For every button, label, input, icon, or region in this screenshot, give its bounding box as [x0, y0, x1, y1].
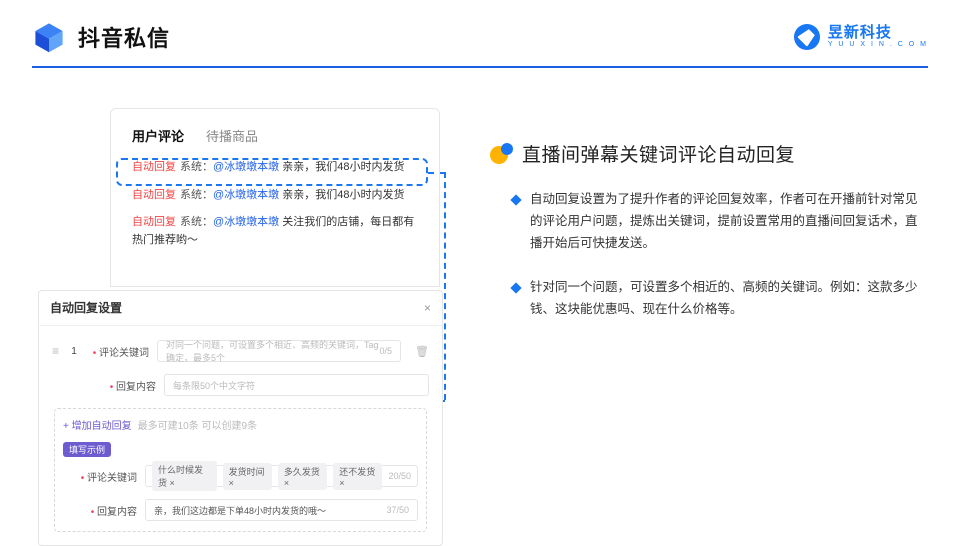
keyword-chip[interactable]: 还不发货 ×: [333, 463, 382, 490]
section-title: 直播间弹幕关键词评论自动回复: [522, 140, 795, 167]
placeholder-text: 每条限50个中文字符: [173, 379, 255, 392]
keyword-chips-input[interactable]: 什么时候发货 × 发货时间 × 多久发货 × 还不发货 × 20/50: [145, 465, 418, 487]
drag-handle-icon[interactable]: ≡: [52, 344, 59, 358]
header-divider: [32, 66, 928, 68]
example-row-reply: 回复内容 亲，我们这边都是下单48小时内发货的哦～ 37/50: [63, 499, 418, 521]
auto-reply-label: 自动回复: [132, 189, 176, 201]
bullet-text: 针对同一个问题，可设置多个相近的、高频的关键词。例如：这款多少钱、这块能优惠吗、…: [530, 277, 920, 321]
counter: 37/50: [386, 505, 409, 515]
diamond-icon: [510, 282, 521, 293]
delete-icon[interactable]: 🗑: [415, 345, 429, 358]
tabs: 用户评论 待播商品: [132, 126, 418, 145]
keyword-input[interactable]: 对同一个问题，可设置多个相近、高频的关键词，Tag确定，最多5个 0/5: [157, 340, 401, 362]
page-title: 抖音私信: [78, 21, 170, 53]
keyword-chip[interactable]: 什么时候发货 ×: [152, 461, 217, 491]
reply-text: 亲，我们这边都是下单48小时内发货的哦～: [154, 504, 326, 517]
header: 抖音私信 昱新科技 Y U U X I N . C O M: [0, 0, 960, 62]
bullet-text: 自动回复设置为了提升作者的评论回复效率，作者可在开播前针对常见的评论用户问题，提…: [530, 189, 920, 255]
brand-name-cn: 昱新科技: [828, 25, 928, 41]
field-label: 评论关键词: [77, 469, 137, 484]
add-auto-reply-button[interactable]: + 增加自动回复: [63, 417, 132, 432]
comment-row: 自动回复系统：@冰墩墩本墩 关注我们的店铺，每日都有热门推荐哟～: [132, 214, 418, 249]
settings-title: 自动回复设置: [50, 299, 122, 316]
brand-name-en: Y U U X I N . C O M: [828, 41, 928, 48]
comment-text: 亲亲，我们48小时内发货: [279, 189, 404, 201]
comment-card: 用户评论 待播商品 自动回复系统：@冰墩墩本墩 亲亲，我们48小时内发货 自动回…: [110, 108, 440, 287]
close-icon[interactable]: ×: [424, 301, 431, 315]
counter: 20/50: [388, 471, 411, 481]
field-label: 回复内容: [77, 503, 137, 518]
bullet-item: 针对同一个问题，可设置多个相近的、高频的关键词。例如：这款多少钱、这块能优惠吗、…: [490, 277, 920, 321]
bullet-item: 自动回复设置为了提升作者的评论回复效率，作者可在开播前针对常见的评论用户问题，提…: [490, 189, 920, 255]
settings-card: 自动回复设置 × ≡ 1 评论关键词 对同一个问题，可设置多个相近、高频的关键词…: [38, 290, 443, 546]
example-badge: 填写示例: [63, 442, 111, 457]
auto-reply-label: 自动回复: [132, 216, 176, 228]
keyword-chip[interactable]: 多久发货 ×: [278, 463, 327, 490]
left-area: 用户评论 待播商品 自动回复系统：@冰墩墩本墩 亲亲，我们48小时内发货 自动回…: [95, 108, 440, 287]
right-area: 直播间弹幕关键词评论自动回复 自动回复设置为了提升作者的评论回复效率，作者可在开…: [490, 140, 920, 342]
cube-icon: [32, 20, 66, 54]
placeholder-text: 对同一个问题，可设置多个相近、高频的关键词，Tag确定，最多5个: [166, 338, 380, 364]
field-label: 评论关键词: [89, 344, 149, 359]
user-mention[interactable]: @冰墩墩本墩: [213, 189, 279, 201]
system-label: 系统：: [180, 189, 213, 201]
add-hint: 最多可建10条 可以创建9条: [138, 417, 257, 432]
user-mention[interactable]: @冰墩墩本墩: [213, 216, 279, 228]
brand: 昱新科技 Y U U X I N . C O M: [794, 24, 928, 50]
example-group: + 增加自动回复 最多可建10条 可以创建9条 填写示例 评论关键词 什么时候发…: [54, 408, 427, 532]
counter: 0/5: [380, 346, 393, 356]
diamond-icon: [510, 194, 521, 205]
header-left: 抖音私信: [32, 20, 170, 54]
example-row-keyword: 评论关键词 什么时候发货 × 发货时间 × 多久发货 × 还不发货 × 20/5…: [63, 465, 418, 487]
highlight-box-top: [116, 158, 428, 186]
keyword-chip[interactable]: 发货时间 ×: [223, 463, 272, 490]
tab-user-comments[interactable]: 用户评论: [132, 126, 184, 145]
settings-row-keyword: ≡ 1 评论关键词 对同一个问题，可设置多个相近、高频的关键词，Tag确定，最多…: [52, 340, 429, 362]
reply-input[interactable]: 亲，我们这边都是下单48小时内发货的哦～ 37/50: [145, 499, 418, 521]
chat-bubble-icon: [490, 143, 512, 165]
connector-line: [444, 172, 446, 400]
field-label: 回复内容: [96, 378, 156, 393]
system-label: 系统：: [180, 216, 213, 228]
row-index: 1: [67, 346, 81, 357]
tab-pending-products[interactable]: 待播商品: [206, 126, 258, 145]
comment-row: 自动回复系统：@冰墩墩本墩 亲亲，我们48小时内发货: [132, 187, 418, 205]
brand-logo-icon: [789, 19, 826, 56]
settings-row-reply: 回复内容 每条限50个中文字符: [52, 374, 429, 396]
reply-input[interactable]: 每条限50个中文字符: [164, 374, 429, 396]
